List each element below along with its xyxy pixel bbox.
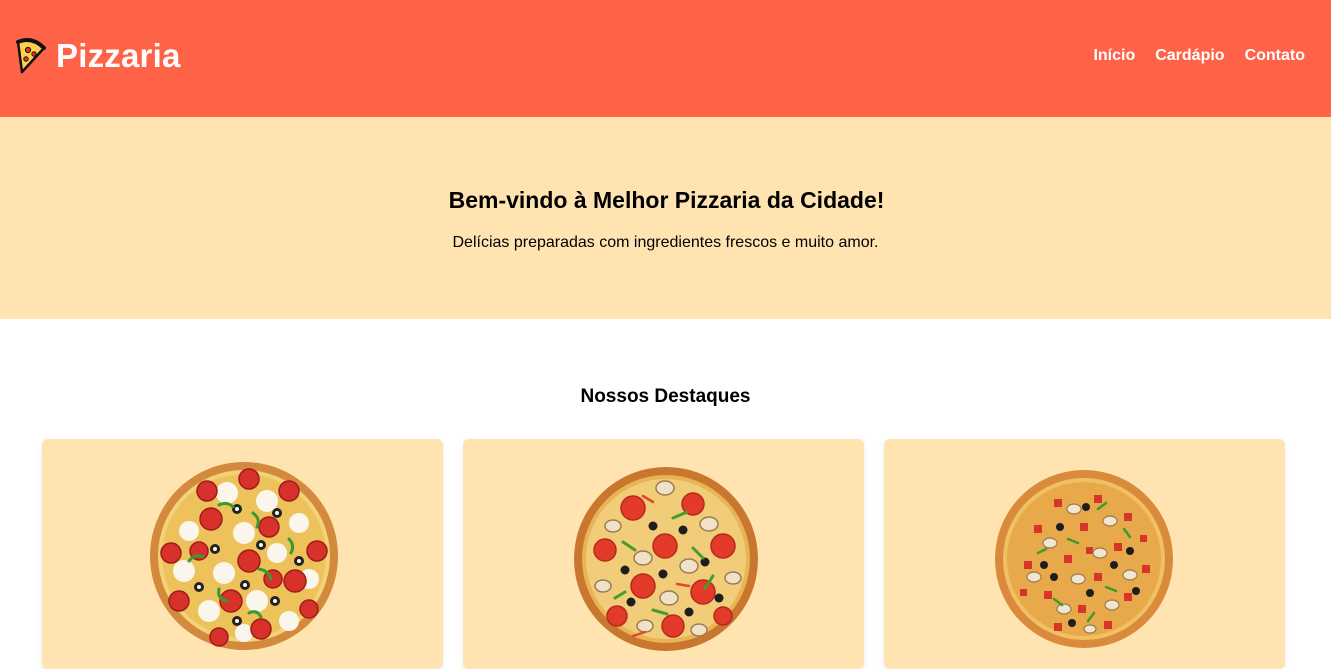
featured-card-1[interactable]: [42, 439, 443, 669]
supreme-pizza-image: [995, 470, 1173, 648]
main-nav: Início Cardápio Contato: [1073, 47, 1305, 65]
brand[interactable]: Pizzaria: [14, 36, 181, 76]
hero-banner: Bem-vindo à Melhor Pizzaria da Cidade! D…: [0, 117, 1331, 319]
brand-title: Pizzaria: [56, 36, 181, 74]
pepperoni-pizza-image: [150, 462, 338, 650]
featured-card-3[interactable]: [884, 439, 1285, 669]
nav-link-inicio[interactable]: Início: [1093, 47, 1135, 65]
featured-title: Nossos Destaques: [580, 386, 751, 407]
nav-link-contato[interactable]: Contato: [1245, 47, 1305, 65]
hero-subtitle: Delícias preparadas com ingredientes fre…: [452, 234, 879, 251]
featured-card-2[interactable]: [463, 439, 864, 669]
site-header: Pizzaria Início Cardápio Contato: [0, 0, 1331, 117]
tomato-mushroom-pizza-image: [574, 467, 758, 651]
pizza-slice-icon: [16, 37, 46, 73]
nav-link-cardapio[interactable]: Cardápio: [1155, 47, 1224, 65]
hero-title: Bem-vindo à Melhor Pizzaria da Cidade!: [448, 187, 885, 213]
